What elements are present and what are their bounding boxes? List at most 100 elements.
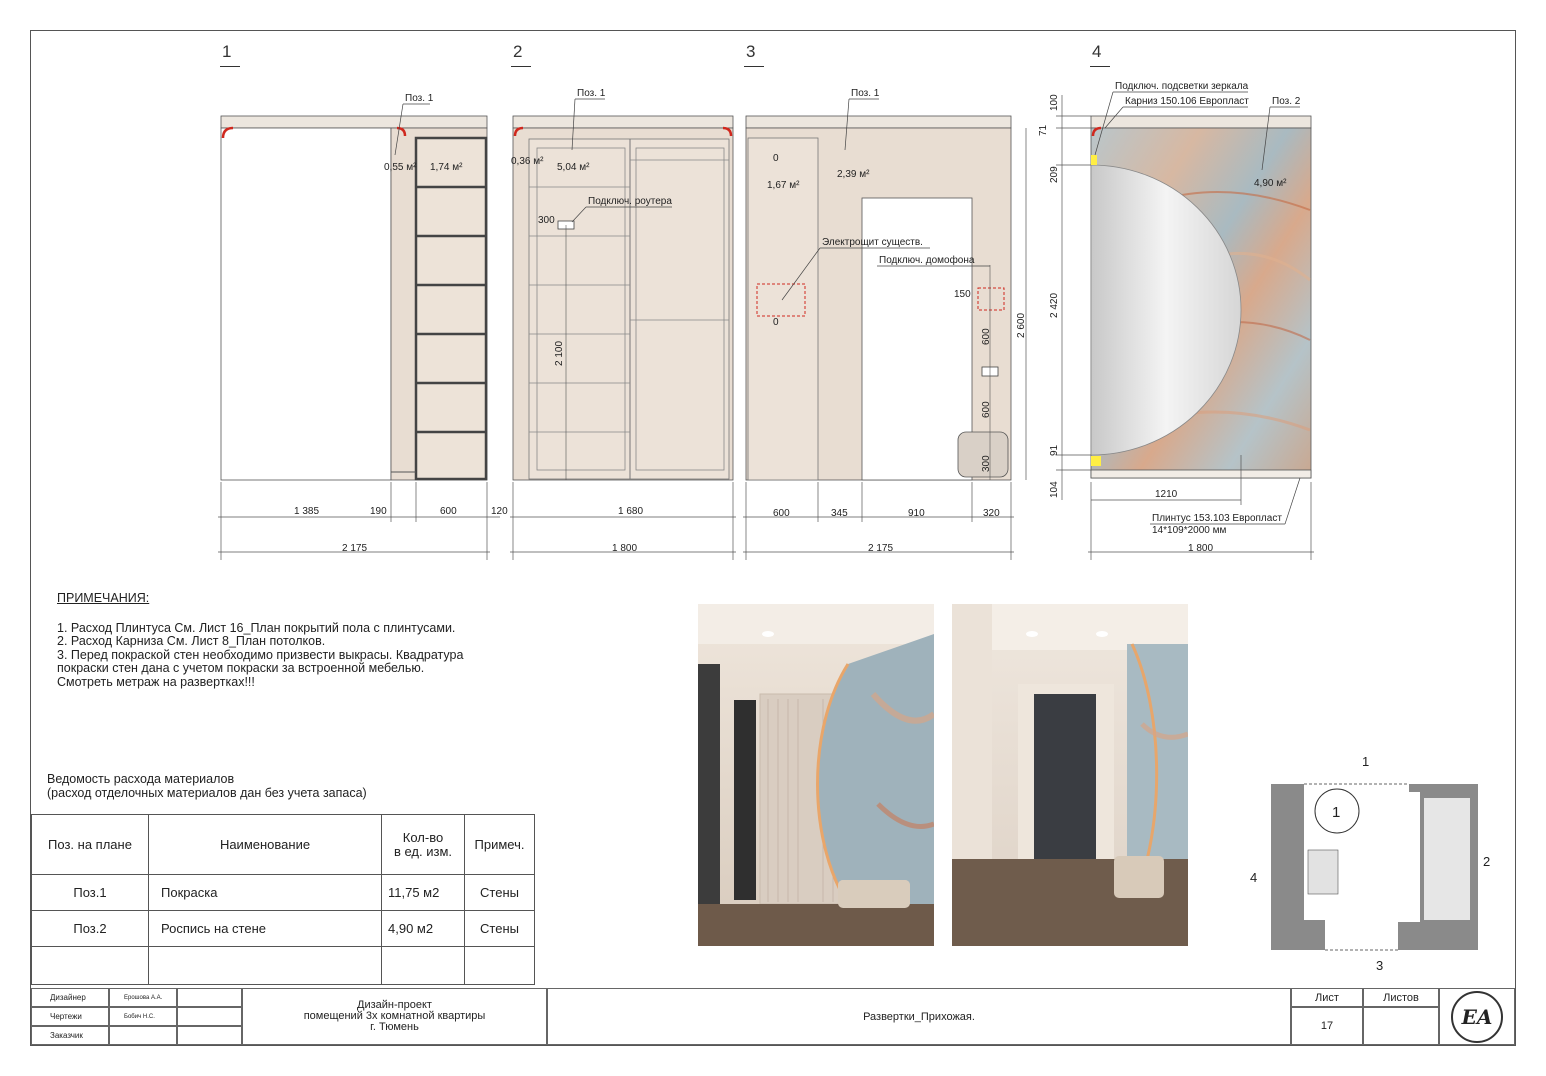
plan-circle-label: 1 bbox=[1332, 804, 1340, 821]
e4-total: 1 800 bbox=[1188, 543, 1213, 554]
role-designer: Дизайнер bbox=[31, 988, 109, 1007]
e1-dim-3: 120 bbox=[491, 506, 508, 517]
note-line: Смотреть метраж на развертках!!! bbox=[57, 674, 255, 689]
e3-area-a: 1,67 м² bbox=[767, 180, 800, 191]
e4-plinth: Плинтус 153.103 Европласт bbox=[1152, 513, 1282, 524]
e4-vdim-1: 71 bbox=[1038, 124, 1049, 136]
e4-plinth-size: 14*109*2000 мм bbox=[1152, 525, 1226, 536]
e1-pos-label: Поз. 1 bbox=[405, 93, 434, 104]
e3-area-b: 2,39 м² bbox=[837, 169, 870, 180]
e1-dim-0: 1 385 bbox=[294, 506, 319, 517]
note-line: 2. Расход Карниза См. Лист 8_План потолк… bbox=[57, 634, 326, 648]
materials-title: Ведомость расхода материалов (расход отд… bbox=[47, 772, 367, 800]
cell-note: Стены bbox=[464, 874, 535, 911]
sheet-number: 17 bbox=[1291, 1007, 1363, 1045]
e2-router-label: Подключ. роутера bbox=[588, 196, 672, 207]
th-name: Наименование bbox=[148, 814, 382, 875]
notes-title: ПРИМЕЧАНИЯ: bbox=[57, 591, 150, 605]
elevations-drawing: Поз. 1 0,55 м² 1,74 м² 1 385 190 600 120… bbox=[218, 81, 1314, 560]
plan-num-2: 2 bbox=[1483, 854, 1490, 869]
note-line: 1. Расход Плинтуса См. Лист 16_План покр… bbox=[57, 620, 456, 635]
project-line-3: г. Тюмень bbox=[370, 1021, 419, 1033]
cell-pos: Поз.1 bbox=[31, 874, 149, 911]
e4-vdim-3: 2 420 bbox=[1049, 293, 1060, 318]
sign-2 bbox=[177, 1007, 242, 1026]
e4-vdim-4: 91 bbox=[1049, 444, 1060, 456]
e2-total: 1 800 bbox=[612, 543, 637, 554]
role-drawings: Чертежи bbox=[31, 1007, 109, 1026]
logo-cell: EA bbox=[1439, 988, 1515, 1045]
cell-qty: 11,75 м2 bbox=[381, 874, 465, 911]
e3-d300: 300 bbox=[981, 455, 992, 472]
th-qty-2: в ед. изм. bbox=[393, 843, 453, 859]
name-client bbox=[109, 1026, 177, 1045]
cell-note: Стены bbox=[464, 910, 535, 947]
e3-panel-label: Электрощит существ. bbox=[822, 237, 923, 248]
e3-dim-2: 910 bbox=[908, 508, 925, 519]
e4-vdim-2: 209 bbox=[1049, 166, 1060, 183]
name-drawings: Бобич Н.С. bbox=[109, 1007, 177, 1026]
e2-area-a: 0,36 м² bbox=[511, 156, 544, 167]
table-row: Поз.1 Покраска 11,75 м2 Стены bbox=[31, 874, 535, 911]
elevation-4: Подключ. подсветки зеркала Карниз 150.10… bbox=[1038, 81, 1314, 560]
sign-1 bbox=[177, 988, 242, 1007]
table-header-row: Поз. на плане Наименование Кол-во в ед. и… bbox=[31, 814, 535, 875]
cell-qty: 4,90 м2 bbox=[381, 910, 465, 947]
note-line: 3. Перед покраской стен необходимо призв… bbox=[57, 647, 464, 662]
key-plan: 1 2 3 4 1 bbox=[1250, 750, 1500, 975]
e1-dim-2: 600 bbox=[440, 506, 457, 517]
e3-dim-1: 345 bbox=[831, 508, 848, 519]
e3-d600a: 600 bbox=[981, 328, 992, 345]
th-pos: Поз. на плане bbox=[31, 814, 149, 875]
e4-cornice: Карниз 150.106 Европласт bbox=[1125, 96, 1249, 107]
e4-mirror-light: Подключ. подсветки зеркала bbox=[1115, 81, 1249, 92]
render-image-1 bbox=[698, 604, 934, 946]
th-qty: Кол-во в ед. изм. bbox=[381, 814, 465, 875]
notes-block: ПРИМЕЧАНИЯ: 1. Расход Плинтуса См. Лист … bbox=[57, 591, 464, 689]
elevation-2: Поз. 1 0,36 м² 5,04 м² Подключ. роутера … bbox=[510, 88, 736, 560]
role-client: Заказчик bbox=[31, 1026, 109, 1045]
name-designer: Ерошова А.А. bbox=[109, 988, 177, 1007]
th-qty-1: Кол-во bbox=[402, 829, 444, 845]
e3-d150: 150 bbox=[954, 289, 971, 300]
materials-title-line2: (расход отделочных материалов дан без уч… bbox=[47, 786, 367, 800]
elevation-1: Поз. 1 0,55 м² 1,74 м² 1 385 190 600 120… bbox=[218, 93, 508, 560]
e4-vdim-5: 104 bbox=[1049, 481, 1060, 498]
sheet-title: Развертки_Прихожая. bbox=[547, 988, 1291, 1045]
e2-d300: 300 bbox=[538, 215, 555, 226]
materials-title-line1: Ведомость расхода материалов bbox=[47, 772, 235, 786]
e3-total: 2 175 bbox=[868, 543, 893, 554]
cell-pos: Поз.2 bbox=[31, 910, 149, 947]
materials-table: Поз. на плане Наименование Кол-во в ед. и… bbox=[31, 814, 535, 985]
e3-pos-label: Поз. 1 bbox=[851, 88, 880, 99]
e3-intercom-label: Подключ. домофона bbox=[879, 254, 975, 266]
e4-d1210: 1210 bbox=[1155, 489, 1178, 500]
render-image-2 bbox=[952, 604, 1188, 946]
note-line: покраски стен дана с учетом покраски за … bbox=[57, 661, 425, 675]
table-row: Поз.2 Роспись на стене 4,90 м2 Стены bbox=[31, 910, 535, 947]
e1-area-a: 0,55 м² bbox=[384, 162, 417, 173]
sign-3 bbox=[177, 1026, 242, 1045]
plan-num-4: 4 bbox=[1250, 870, 1257, 885]
e4-pos2-label: Поз. 2 bbox=[1272, 96, 1301, 107]
e4-vdim-0: 100 bbox=[1049, 94, 1060, 111]
logo: EA bbox=[1451, 990, 1503, 1043]
e3-dim-0: 600 bbox=[773, 508, 790, 519]
sheets-count bbox=[1363, 1007, 1439, 1045]
sheets-label: Листов bbox=[1363, 988, 1439, 1007]
e2-area-b: 5,04 м² bbox=[557, 162, 590, 173]
e3-d600b: 600 bbox=[981, 401, 992, 418]
e3-zero-b: 0 bbox=[773, 317, 779, 328]
e4-area: 4,90 м² bbox=[1254, 178, 1287, 189]
e2-dim-0: 1 680 bbox=[618, 506, 643, 517]
e1-dim-1: 190 bbox=[370, 506, 387, 517]
plan-num-1: 1 bbox=[1362, 754, 1369, 769]
e2-h2100: 2 100 bbox=[554, 341, 565, 366]
e2-pos-label: Поз. 1 bbox=[577, 88, 606, 99]
th-note: Примеч. bbox=[464, 814, 535, 875]
e3-h2600: 2 600 bbox=[1016, 313, 1027, 338]
plan-num-3: 3 bbox=[1376, 958, 1383, 973]
title-block: Дизайнер Чертежи Заказчик Ерошова А.А. Б… bbox=[31, 988, 1515, 1045]
project-name: Дизайн-проект помещений 3х комнатной ква… bbox=[242, 988, 547, 1045]
cell-name: Покраска bbox=[148, 874, 382, 911]
